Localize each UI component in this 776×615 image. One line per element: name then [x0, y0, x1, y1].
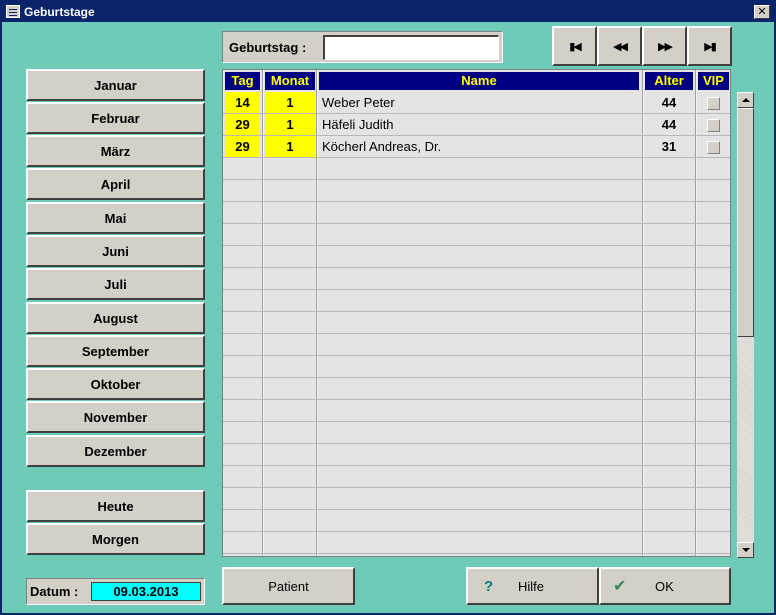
- col-separator: [262, 70, 264, 556]
- grid-row-line: [223, 531, 730, 532]
- col-separator: [695, 70, 697, 556]
- month-button-juli[interactable]: Juli: [26, 268, 205, 300]
- previous-record-icon: ◀◀: [613, 40, 628, 53]
- month-button-januar[interactable]: Januar: [26, 69, 205, 101]
- grid-row-line: [223, 245, 730, 246]
- grid-row-line: [223, 377, 730, 378]
- nav-first-button[interactable]: ▮◀: [552, 26, 597, 66]
- header-name[interactable]: Name: [319, 72, 639, 90]
- grid-row-line: [223, 553, 730, 554]
- birthday-search-label-box: Geburtstag :: [222, 31, 503, 63]
- cell-name[interactable]: Weber Peter: [319, 92, 639, 113]
- help-button[interactable]: ? Hilfe: [466, 567, 599, 605]
- header-monat[interactable]: Monat: [265, 72, 315, 90]
- arrow-down-icon: [742, 548, 750, 552]
- cell-alter[interactable]: 44: [645, 114, 693, 135]
- cell-monat[interactable]: 1: [265, 114, 315, 135]
- cell-tag[interactable]: 29: [225, 114, 260, 135]
- tomorrow-button[interactable]: Morgen: [26, 523, 205, 555]
- month-button-oktober[interactable]: Oktober: [26, 368, 205, 400]
- month-button-august[interactable]: August: [26, 302, 205, 334]
- cell-name[interactable]: Köcherl Andreas, Dr.: [319, 136, 639, 157]
- grid-row-line: [223, 179, 730, 180]
- grid-row-line: [223, 355, 730, 356]
- date-label: Datum :: [30, 584, 79, 599]
- grid-row-line: [223, 289, 730, 290]
- first-record-icon: ▮◀: [569, 40, 581, 53]
- grid-row-line: [223, 465, 730, 466]
- grid-row-line: [223, 201, 730, 202]
- nav-prev-button[interactable]: ◀◀: [597, 26, 642, 66]
- grid-row-line: [223, 223, 730, 224]
- col-separator: [316, 70, 318, 556]
- table-scrollbar[interactable]: [737, 92, 754, 558]
- month-button-september[interactable]: September: [26, 335, 205, 367]
- close-button[interactable]: ✕: [754, 5, 770, 19]
- ok-button[interactable]: ✔ OK: [599, 567, 731, 605]
- birthday-search-input[interactable]: [323, 35, 499, 60]
- cell-alter[interactable]: 44: [645, 92, 693, 113]
- vip-checkbox[interactable]: [707, 97, 720, 110]
- window-list-icon: [6, 5, 20, 18]
- scroll-thumb[interactable]: [737, 108, 754, 337]
- grid-row-line: [223, 399, 730, 400]
- help-button-label: Hilfe: [518, 578, 545, 594]
- vip-checkbox[interactable]: [707, 141, 720, 154]
- header-tag[interactable]: Tag: [225, 72, 260, 90]
- month-button-april[interactable]: April: [26, 168, 205, 200]
- month-button-juni[interactable]: Juni: [26, 235, 205, 267]
- vip-checkbox[interactable]: [707, 119, 720, 132]
- birthdays-window: Geburtstage ✕ Geburtstag : ▮◀ ◀◀ ▶▶ ▶▮ J…: [0, 0, 776, 615]
- cell-tag[interactable]: 29: [225, 136, 260, 157]
- header-alter[interactable]: Alter: [645, 72, 693, 90]
- nav-next-button[interactable]: ▶▶: [642, 26, 687, 66]
- ok-button-label: OK: [655, 578, 674, 594]
- scroll-down-button[interactable]: [737, 542, 754, 558]
- title-bar[interactable]: Geburtstage ✕: [2, 2, 774, 22]
- month-button-februar[interactable]: Februar: [26, 102, 205, 134]
- grid-row-line: [223, 443, 730, 444]
- grid-row-line: [223, 487, 730, 488]
- arrow-up-icon: [742, 98, 750, 102]
- nav-last-button[interactable]: ▶▮: [687, 26, 732, 66]
- birthday-search-label: Geburtstag :: [229, 40, 307, 55]
- next-record-icon: ▶▶: [658, 40, 673, 53]
- col-separator: [642, 70, 644, 556]
- grid-row-line: [223, 333, 730, 334]
- grid-row-line: [223, 509, 730, 510]
- last-record-icon: ▶▮: [704, 40, 716, 53]
- date-value: 09.03.2013: [113, 584, 179, 599]
- date-value-field: 09.03.2013: [91, 582, 201, 601]
- cell-tag[interactable]: 14: [225, 92, 260, 113]
- date-label-box: Datum : 09.03.2013: [26, 578, 205, 605]
- cell-alter[interactable]: 31: [645, 136, 693, 157]
- scroll-up-button[interactable]: [737, 92, 754, 108]
- month-button-maerz[interactable]: März: [26, 135, 205, 167]
- checkmark-icon: ✔: [613, 578, 627, 595]
- help-icon: ?: [484, 577, 494, 595]
- patient-button-label: Patient: [268, 578, 309, 594]
- month-button-mai[interactable]: Mai: [26, 202, 205, 234]
- birthday-table[interactable]: Tag Monat Name Alter VIP 14 1 Weber Pete…: [222, 69, 731, 557]
- patient-button[interactable]: Patient: [222, 567, 355, 605]
- month-button-november[interactable]: November: [26, 401, 205, 433]
- grid-row-line: [223, 421, 730, 422]
- cell-monat[interactable]: 1: [265, 136, 315, 157]
- cell-name[interactable]: Häfeli Judith: [319, 114, 639, 135]
- today-button[interactable]: Heute: [26, 490, 205, 522]
- month-button-dezember[interactable]: Dezember: [26, 435, 205, 467]
- grid-row-line: [223, 267, 730, 268]
- header-vip[interactable]: VIP: [698, 72, 729, 90]
- grid-row-line: [223, 157, 730, 158]
- window-title: Geburtstage: [24, 5, 95, 19]
- grid-row-line: [223, 311, 730, 312]
- cell-monat[interactable]: 1: [265, 92, 315, 113]
